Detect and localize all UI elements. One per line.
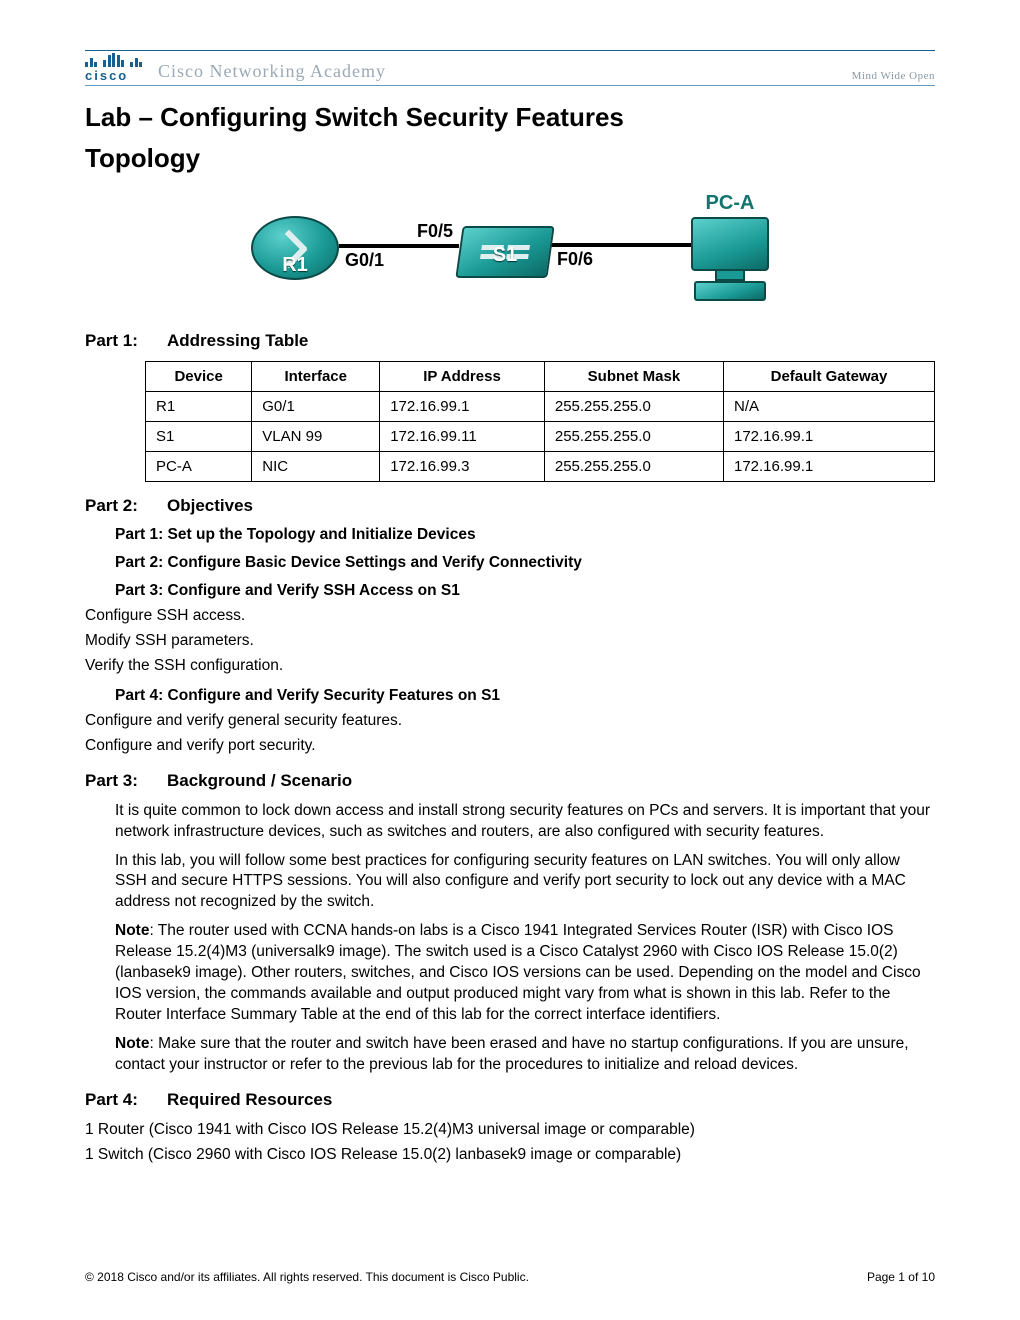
port-label-f05: F0/5 xyxy=(417,221,453,242)
part3-heading: Part 3: Background / Scenario xyxy=(85,771,935,791)
footer-copyright: © 2018 Cisco and/or its affiliates. All … xyxy=(85,1270,529,1284)
background-note2: Note: Make sure that the router and swit… xyxy=(115,1034,935,1076)
th-mask: Subnet Mask xyxy=(544,362,723,392)
th-gateway: Default Gateway xyxy=(723,362,934,392)
part1-label: Part 1: xyxy=(85,331,167,351)
table-row: PC-A NIC 172.16.99.3 255.255.255.0 172.1… xyxy=(146,452,935,482)
objective-p1: Part 1: Set up the Topology and Initiali… xyxy=(115,526,935,544)
brand-text: cisco xyxy=(85,68,142,83)
note-text: : Make sure that the router and switch h… xyxy=(115,1035,909,1073)
part4-title: Required Resources xyxy=(167,1090,332,1110)
document-page: cisco Cisco Networking Academy Mind Wide… xyxy=(0,0,1020,1200)
part2-heading: Part 2: Objectives xyxy=(85,496,935,516)
page-header-banner: cisco Cisco Networking Academy Mind Wide… xyxy=(85,50,935,86)
pc-icon: PC-A xyxy=(691,192,769,301)
part2-title: Objectives xyxy=(167,496,253,516)
objective-p4-item: Configure and verify port security. xyxy=(85,736,935,757)
note-text: : The router used with CCNA hands-on lab… xyxy=(115,922,921,1023)
part1-title: Addressing Table xyxy=(167,331,308,351)
router-label: R1 xyxy=(282,254,308,277)
table-row: S1 VLAN 99 172.16.99.11 255.255.255.0 17… xyxy=(146,422,935,452)
part2-label: Part 2: xyxy=(85,496,167,516)
pc-label: PC-A xyxy=(706,192,755,215)
topology-heading: Topology xyxy=(85,143,935,174)
background-para2: In this lab, you will follow some best p… xyxy=(115,851,935,914)
th-ip: IP Address xyxy=(380,362,545,392)
link-s1-pca: F0/6 xyxy=(551,221,691,272)
addressing-table: Device Interface IP Address Subnet Mask … xyxy=(145,361,935,482)
part4-heading: Part 4: Required Resources xyxy=(85,1090,935,1110)
part3-label: Part 3: xyxy=(85,771,167,791)
resource-item: 1 Switch (Cisco 2960 with Cisco IOS Rele… xyxy=(85,1145,935,1166)
objective-p4: Part 4: Configure and Verify Security Fe… xyxy=(115,687,935,705)
switch-label: S1 xyxy=(493,244,517,267)
note-label: Note xyxy=(115,1035,149,1052)
document-title: Lab – Configuring Switch Security Featur… xyxy=(85,100,935,135)
objective-p3-item: Verify the SSH configuration. xyxy=(85,656,935,677)
background-note1: Note: The router used with CCNA hands-on… xyxy=(115,921,935,1026)
table-header-row: Device Interface IP Address Subnet Mask … xyxy=(146,362,935,392)
objective-p3-item: Modify SSH parameters. xyxy=(85,631,935,652)
port-label-g01: G0/1 xyxy=(345,250,384,271)
resource-item: 1 Router (Cisco 1941 with Cisco IOS Rele… xyxy=(85,1120,935,1141)
cisco-logo: cisco xyxy=(85,53,142,83)
link-r1-s1: F0/5 G0/1 xyxy=(339,221,459,273)
academy-text: Cisco Networking Academy xyxy=(152,61,386,83)
objective-p3: Part 3: Configure and Verify SSH Access … xyxy=(115,582,935,600)
th-interface: Interface xyxy=(252,362,380,392)
tagline-text: Mind Wide Open xyxy=(852,70,935,83)
note-label: Note xyxy=(115,922,149,939)
footer-page: Page 1 of 10 xyxy=(867,1270,935,1284)
objective-p2: Part 2: Configure Basic Device Settings … xyxy=(115,554,935,572)
objective-p4-item: Configure and verify general security fe… xyxy=(85,711,935,732)
topology-diagram: R1 F0/5 G0/1 S1 F0/6 PC-A xyxy=(85,192,935,301)
page-footer: © 2018 Cisco and/or its affiliates. All … xyxy=(85,1270,935,1284)
background-para1: It is quite common to lock down access a… xyxy=(115,801,935,843)
part4-label: Part 4: xyxy=(85,1090,167,1110)
port-label-f06: F0/6 xyxy=(557,249,593,270)
table-row: R1 G0/1 172.16.99.1 255.255.255.0 N/A xyxy=(146,392,935,422)
th-device: Device xyxy=(146,362,252,392)
router-icon: R1 xyxy=(251,216,339,277)
part1-heading: Part 1: Addressing Table xyxy=(85,331,935,351)
part3-title: Background / Scenario xyxy=(167,771,352,791)
switch-icon: S1 xyxy=(459,226,551,267)
objective-p3-item: Configure SSH access. xyxy=(85,606,935,627)
